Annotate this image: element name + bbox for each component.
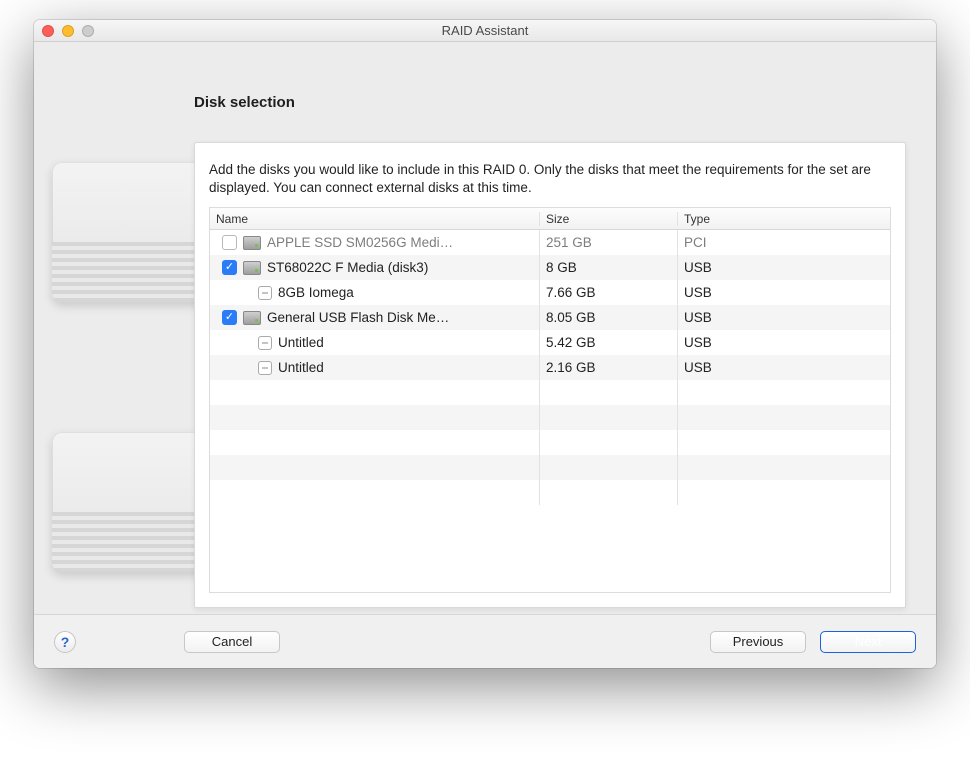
table-row-empty — [210, 380, 890, 405]
disk-icon — [243, 261, 261, 275]
cell-size: 251 GB — [540, 230, 678, 255]
cell-name: 8GB Iomega — [210, 280, 540, 305]
previous-button[interactable]: Previous — [710, 631, 806, 653]
table-row[interactable]: 8GB Iomega 7.66 GBUSB — [210, 280, 890, 305]
titlebar: RAID Assistant — [34, 20, 936, 42]
page-title: Disk selection — [194, 94, 906, 111]
disk-name-label: General USB Flash Disk Me… — [267, 310, 449, 325]
disk-icon — [243, 236, 261, 250]
name-cell-content: ✓ General USB Flash Disk Me… — [216, 310, 449, 325]
table-row[interactable]: ✓ ST68022C F Media (disk3) 8 GBUSB — [210, 255, 890, 280]
disk-checkbox[interactable]: ✓ — [222, 260, 237, 275]
disk-name-label: Untitled — [278, 335, 324, 350]
cell-type: PCI — [678, 230, 890, 255]
cancel-button[interactable]: Cancel — [184, 631, 280, 653]
disk-name-label: APPLE SSD SM0256G Medi… — [267, 235, 453, 250]
cell-name: ✓ General USB Flash Disk Me… — [210, 305, 540, 330]
volume-icon — [258, 336, 272, 350]
table-row[interactable]: Untitled 5.42 GBUSB — [210, 330, 890, 355]
name-cell-content: ✓ ST68022C F Media (disk3) — [216, 260, 428, 275]
minimize-button[interactable] — [62, 25, 74, 37]
table-header: Name Size Type — [210, 208, 890, 230]
cell-type: USB — [678, 355, 890, 380]
cell-size: 8.05 GB — [540, 305, 678, 330]
traffic-lights — [42, 25, 94, 37]
cell-size: 5.42 GB — [540, 330, 678, 355]
disk-name-label: Untitled — [278, 360, 324, 375]
table-body: APPLE SSD SM0256G Medi… 251 GBPCI ✓ ST68022… — [210, 230, 890, 592]
column-header-type[interactable]: Type — [678, 212, 890, 226]
cell-name: Untitled — [210, 355, 540, 380]
disk-checkbox[interactable] — [222, 235, 237, 250]
window-title: RAID Assistant — [34, 23, 936, 38]
name-cell-content: 8GB Iomega — [216, 285, 354, 300]
table-row[interactable]: Untitled 2.16 GBUSB — [210, 355, 890, 380]
table-row-empty — [210, 455, 890, 480]
cell-type: USB — [678, 305, 890, 330]
help-button[interactable]: ? — [54, 631, 76, 653]
next-button[interactable]: Next — [820, 631, 916, 653]
disk-checkbox[interactable]: ✓ — [222, 310, 237, 325]
cell-name: ✓ ST68022C F Media (disk3) — [210, 255, 540, 280]
cell-size: 2.16 GB — [540, 355, 678, 380]
content-panel: Add the disks you would like to include … — [194, 142, 906, 608]
volume-icon — [258, 361, 272, 375]
cell-size: 8 GB — [540, 255, 678, 280]
cell-size: 7.66 GB — [540, 280, 678, 305]
cell-name: Untitled — [210, 330, 540, 355]
window: RAID Assistant Disk selection Add the di… — [34, 20, 936, 668]
cell-type: USB — [678, 255, 890, 280]
table-row[interactable]: APPLE SSD SM0256G Medi… 251 GBPCI — [210, 230, 890, 255]
close-button[interactable] — [42, 25, 54, 37]
table-row-empty — [210, 480, 890, 505]
disk-name-label: 8GB Iomega — [278, 285, 354, 300]
column-header-size[interactable]: Size — [540, 212, 678, 226]
instructions-text: Add the disks you would like to include … — [209, 161, 891, 197]
cell-type: USB — [678, 330, 890, 355]
name-cell-content: Untitled — [216, 360, 324, 375]
zoom-button[interactable] — [82, 25, 94, 37]
table-row[interactable]: ✓ General USB Flash Disk Me… 8.05 GBUSB — [210, 305, 890, 330]
column-header-name[interactable]: Name — [210, 212, 540, 226]
footer: ? Cancel Previous Next — [34, 614, 936, 668]
disk-icon — [243, 311, 261, 325]
cell-type: USB — [678, 280, 890, 305]
cell-name: APPLE SSD SM0256G Medi… — [210, 230, 540, 255]
window-body: Disk selection Add the disks you would l… — [34, 42, 936, 668]
volume-icon — [258, 286, 272, 300]
name-cell-content: Untitled — [216, 335, 324, 350]
name-cell-content: APPLE SSD SM0256G Medi… — [216, 235, 453, 250]
disk-table: Name Size Type APPLE SSD SM0256G Medi… 25… — [209, 207, 891, 593]
disk-name-label: ST68022C F Media (disk3) — [267, 260, 428, 275]
table-row-empty — [210, 405, 890, 430]
table-row-empty — [210, 430, 890, 455]
